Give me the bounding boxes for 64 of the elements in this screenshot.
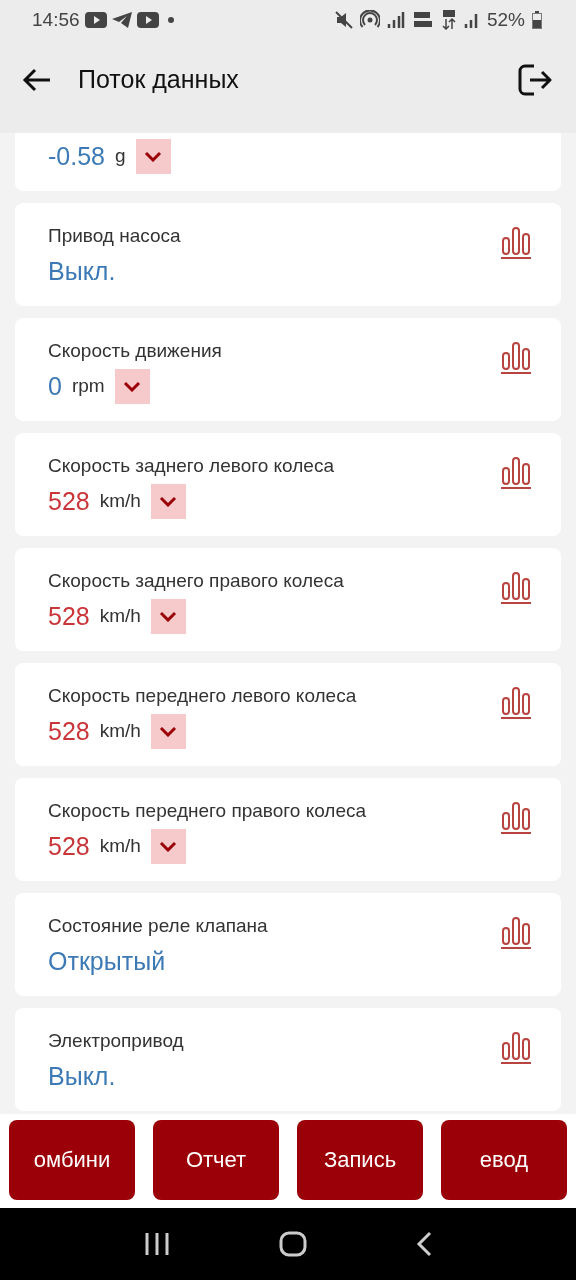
parameter-name: Скорость переднего левого колеса — [48, 685, 358, 707]
chevron-down-icon — [144, 150, 163, 162]
parameter-name: Скорость заднего левого колеса — [48, 455, 335, 477]
battery-level: 52% — [486, 9, 525, 31]
unit-dropdown-button[interactable] — [135, 138, 171, 174]
chevron-down-icon — [159, 725, 178, 737]
signal-icon — [463, 12, 480, 28]
chevron-down-icon — [159, 610, 178, 622]
unit-dropdown-button[interactable] — [150, 828, 186, 864]
chevron-down-icon — [159, 840, 178, 852]
parameter-value: Выкл. — [48, 1061, 116, 1091]
unit-label: g — [115, 145, 126, 167]
parameter-name: Электропривод — [48, 1030, 185, 1052]
unit-label: km/h — [99, 490, 141, 512]
exit-icon[interactable] — [518, 63, 552, 96]
parameter-value: 0 — [48, 371, 62, 401]
signal-icon — [386, 12, 405, 28]
parameter-value: 528 — [48, 486, 90, 516]
bar-chart-icon[interactable] — [500, 340, 532, 374]
action-button[interactable]: омбини — [9, 1120, 135, 1200]
parameter-name: Состояние реле клапана — [48, 915, 269, 937]
parameter-value: 528 — [48, 831, 90, 861]
parameter-value: -0.58 — [48, 141, 105, 171]
unit-label: km/h — [99, 720, 141, 742]
unit-dropdown-button[interactable] — [150, 598, 186, 634]
bar-chart-icon[interactable] — [500, 685, 532, 719]
chevron-down-icon — [123, 380, 142, 392]
screen-title: Поток данных — [78, 65, 239, 94]
parameter-value: Открытый — [48, 946, 166, 976]
home-icon[interactable] — [279, 1231, 307, 1257]
action-button[interactable]: евод — [441, 1120, 567, 1200]
back-icon[interactable] — [415, 1231, 432, 1257]
data-arrows-icon — [440, 10, 457, 30]
mute-icon — [334, 11, 353, 29]
bar-chart-icon[interactable] — [500, 455, 532, 489]
unit-dropdown-button[interactable] — [150, 713, 186, 749]
parameter-value: 528 — [48, 716, 90, 746]
bar-chart-icon[interactable] — [500, 1030, 532, 1064]
bar-chart-icon[interactable] — [500, 570, 532, 604]
parameter-value: Выкл. — [48, 256, 116, 286]
bar-chart-icon[interactable] — [500, 800, 532, 834]
hotspot-icon — [359, 10, 380, 30]
action-button[interactable]: Отчет — [153, 1120, 279, 1200]
paper-plane-icon — [111, 12, 132, 28]
clock-time: 14:56 — [32, 9, 80, 31]
bar-chart-icon[interactable] — [500, 915, 532, 949]
chevron-down-icon — [159, 495, 178, 507]
battery-icon — [532, 11, 542, 29]
parameter-name: Скорость заднего правого колеса — [48, 570, 345, 592]
parameter-name: Скорость переднего правого колеса — [48, 800, 368, 822]
action-button[interactable]: Запись — [297, 1120, 423, 1200]
unit-dropdown-button[interactable] — [114, 368, 150, 404]
unit-dropdown-button[interactable] — [150, 483, 186, 519]
unit-label: km/h — [99, 835, 141, 857]
play-icon — [84, 12, 107, 28]
parameter-name: Привод насоса — [48, 225, 182, 247]
unit-label: km/h — [99, 605, 141, 627]
bar-chart-icon[interactable] — [500, 225, 532, 259]
parameter-name: Скорость движения — [48, 340, 223, 362]
unit-label: rpm — [71, 375, 105, 397]
parameter-value: 528 — [48, 601, 90, 631]
recent-apps-icon[interactable] — [144, 1232, 171, 1256]
back-arrow-icon[interactable] — [22, 67, 52, 92]
play-icon — [136, 12, 159, 28]
